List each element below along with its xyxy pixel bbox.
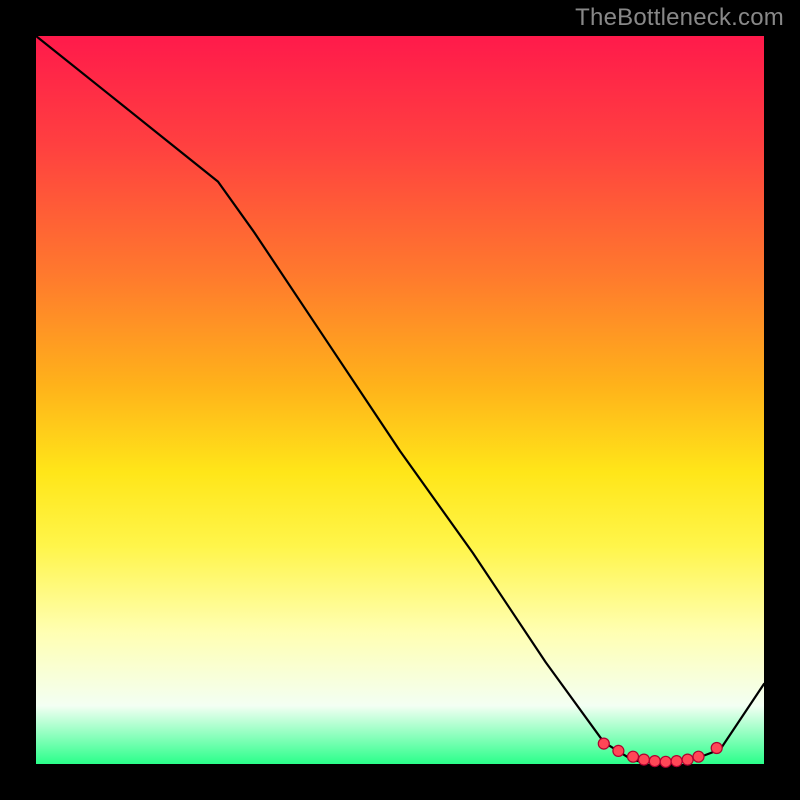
marker-point	[671, 756, 682, 767]
bottleneck-curve	[36, 36, 764, 764]
plot-area	[36, 36, 764, 764]
marker-point	[628, 751, 639, 762]
marker-point	[598, 738, 609, 749]
attribution-text: TheBottleneck.com	[575, 4, 784, 32]
marker-point	[682, 754, 693, 765]
plot-svg	[36, 36, 764, 764]
marker-point	[711, 743, 722, 754]
marker-point	[693, 751, 704, 762]
highlight-cluster	[598, 738, 722, 767]
marker-point	[638, 754, 649, 765]
marker-point	[660, 756, 671, 767]
marker-point	[649, 756, 660, 767]
chart-frame: TheBottleneck.com	[0, 0, 800, 800]
marker-point	[613, 745, 624, 756]
